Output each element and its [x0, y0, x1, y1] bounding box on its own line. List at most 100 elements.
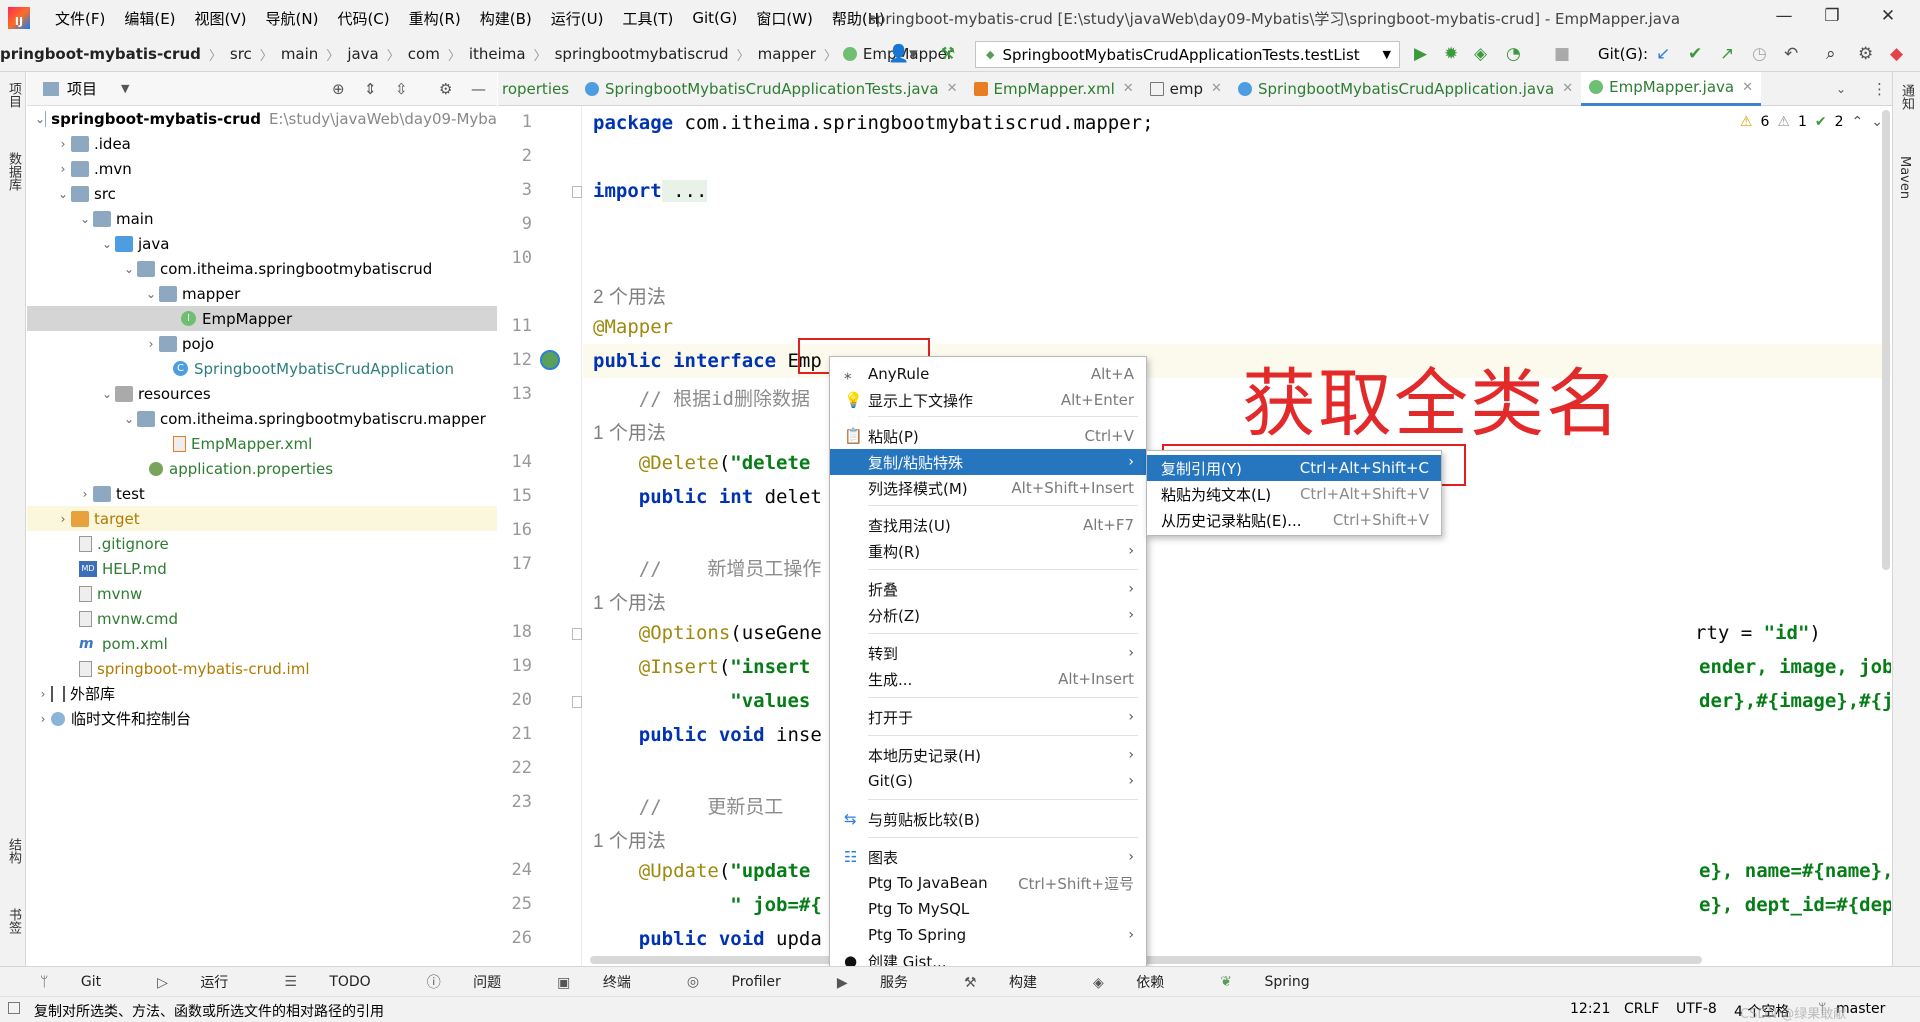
tree-item-application-properties[interactable]: application.properties: [27, 456, 497, 481]
tree-item-empmapper-xml[interactable]: EmpMapper.xml: [27, 431, 497, 456]
tree-item-mvn[interactable]: › .mvn: [27, 156, 497, 181]
usages-hint[interactable]: 1 个用法: [593, 588, 666, 615]
line-separator[interactable]: CRLF: [1624, 1001, 1659, 1017]
tree-item-gitignore[interactable]: .gitignore: [27, 531, 497, 556]
git-push-icon[interactable]: ↗: [1720, 44, 1734, 64]
git-update-icon[interactable]: ↙: [1656, 44, 1670, 64]
close-icon[interactable]: ✕: [1211, 81, 1222, 96]
hide-icon[interactable]: —: [471, 80, 486, 98]
menu-file[interactable]: 文件(F): [55, 8, 105, 29]
more-icon[interactable]: ⋮: [1872, 80, 1887, 98]
menu-item-open-in[interactable]: 打开于 ›: [830, 704, 1146, 730]
tool-todo[interactable]: ☰ TODO: [284, 974, 398, 990]
breadcrumb-main[interactable]: main: [281, 45, 318, 63]
stop-icon[interactable]: ■: [1554, 44, 1570, 64]
build-hammer-icon[interactable]: ⚒: [940, 44, 955, 64]
menu-git[interactable]: Git(G): [692, 9, 737, 27]
project-panel-title[interactable]: 项目: [67, 78, 97, 99]
breadcrumb-project[interactable]: pringboot-mybatis-crud: [0, 45, 201, 63]
menu-item-paste[interactable]: 📋 粘贴(P) Ctrl+V: [830, 423, 1146, 449]
menu-item-goto[interactable]: 转到 ›: [830, 640, 1146, 666]
tree-item-package[interactable]: ⌄ com.itheima.springbootmybatiscrud: [27, 256, 497, 281]
menu-item-local-history[interactable]: 本地历史记录(H) ›: [830, 742, 1146, 768]
tree-item-main[interactable]: ⌄ main: [27, 206, 497, 231]
tree-item-application[interactable]: C SpringbootMybatisCrudApplication: [27, 356, 497, 381]
tree-item-empmapper[interactable]: I EmpMapper: [27, 306, 497, 331]
tab-empmapper-java[interactable]: EmpMapper.java ✕: [1581, 71, 1762, 106]
gear-icon[interactable]: ⚙: [439, 80, 452, 98]
tool-window-bookmarks[interactable]: 书签: [4, 908, 23, 934]
caret-position[interactable]: 12:21: [1570, 1001, 1610, 1017]
tree-item-java[interactable]: ⌄ java: [27, 231, 497, 256]
user-icon[interactable]: 👤▾: [888, 44, 918, 64]
menu-item-refactor[interactable]: 重构(R) ›: [830, 538, 1146, 564]
tree-item-project-root[interactable]: ⌄ springboot-mybatis-crud E:\study\javaW…: [27, 106, 497, 131]
close-icon[interactable]: ✕: [1123, 81, 1134, 96]
breadcrumb-mapper[interactable]: mapper: [758, 45, 816, 63]
tab-empmapper-xml[interactable]: EmpMapper.xml ✕: [966, 72, 1142, 106]
tool-window-notifications[interactable]: 通知: [1897, 84, 1916, 110]
rollback-icon[interactable]: ↶: [1784, 44, 1798, 64]
menu-build[interactable]: 构建(B): [480, 8, 532, 29]
profile-icon[interactable]: ◔: [1506, 44, 1521, 64]
menu-item-anyrule[interactable]: ⁎ AnyRule Alt+A: [830, 361, 1146, 387]
menu-item-generate[interactable]: 生成... Alt+Insert: [830, 666, 1146, 692]
menu-window[interactable]: 窗口(W): [756, 8, 813, 29]
tree-item-mvnw[interactable]: mvnw: [27, 581, 497, 606]
run-icon[interactable]: ▶: [1414, 44, 1427, 64]
menu-item-compare-clipboard[interactable]: ⇆ 与剪贴板比较(B): [830, 806, 1146, 832]
vertical-scrollbar[interactable]: [1882, 110, 1890, 570]
tree-item-mapper[interactable]: ⌄ mapper: [27, 281, 497, 306]
menu-view[interactable]: 视图(V): [195, 8, 247, 29]
tree-item-scratches[interactable]: › 临时文件和控制台: [27, 706, 497, 731]
tab-properties[interactable]: roperties: [498, 72, 577, 106]
tree-item-help-md[interactable]: MD HELP.md: [27, 556, 497, 581]
menu-item-find-usages[interactable]: 查找用法(U) Alt+F7: [830, 512, 1146, 538]
tree-item-test[interactable]: › test: [27, 481, 497, 506]
tab-application[interactable]: SpringbootMybatisCrudApplication.java ✕: [1230, 72, 1581, 106]
close-window-button[interactable]: ✕: [1876, 6, 1900, 30]
tool-git[interactable]: ᛘ Git: [40, 974, 129, 990]
menu-navigate[interactable]: 导航(N): [266, 8, 319, 29]
menu-item-column-selection[interactable]: 列选择模式(M) Alt+Shift+Insert: [830, 475, 1146, 501]
menu-run[interactable]: 运行(U): [551, 8, 604, 29]
tree-item-resources[interactable]: ⌄ resources: [27, 381, 497, 406]
tree-item-external-libraries[interactable]: › 外部库: [27, 681, 497, 706]
tree-item-pom-xml[interactable]: m pom.xml: [27, 631, 497, 656]
menu-item-diagrams[interactable]: ☷ 图表 ›: [830, 844, 1146, 870]
menu-tools[interactable]: 工具(T): [622, 8, 673, 29]
tree-item-mvnw-cmd[interactable]: mvnw.cmd: [27, 606, 497, 631]
close-icon[interactable]: ✕: [1562, 81, 1573, 96]
breadcrumb-com[interactable]: com: [408, 45, 440, 63]
breadcrumb-itheima[interactable]: itheima: [469, 45, 526, 63]
run-configuration-select[interactable]: ◆ SpringbootMybatisCrudApplicationTests.…: [975, 41, 1400, 68]
menu-item-show-context-actions[interactable]: 💡 显示上下文操作 Alt+Enter: [830, 387, 1146, 413]
tree-item-pojo[interactable]: › pojo: [27, 331, 497, 356]
restore-button[interactable]: ❐: [1820, 6, 1844, 30]
close-icon[interactable]: ✕: [947, 81, 958, 96]
chevron-up-icon[interactable]: ⌃: [1852, 114, 1864, 130]
tool-build[interactable]: ⚒ 构建: [964, 972, 1065, 992]
usages-hint[interactable]: 1 个用法: [593, 418, 666, 445]
tree-item-idea[interactable]: › .idea: [27, 131, 497, 156]
menu-item-paste-from-history[interactable]: 从历史记录粘贴(E)... Ctrl+Shift+V: [1147, 507, 1441, 533]
menu-item-git[interactable]: Git(G) ›: [830, 768, 1146, 794]
tool-run[interactable]: ▷ 运行: [157, 972, 256, 992]
menu-item-analyze[interactable]: 分析(Z) ›: [830, 602, 1146, 628]
locate-icon[interactable]: ⊕: [332, 80, 345, 98]
menu-item-ptg-mysql[interactable]: Ptg To MySQL: [830, 896, 1146, 922]
code-editor[interactable]: package com.itheima.springbootmybatiscru…: [583, 106, 1891, 966]
expand-all-icon[interactable]: ⇕: [364, 80, 377, 98]
tree-item-src[interactable]: ⌄ src: [27, 181, 497, 206]
tool-dependencies[interactable]: ◈ 依赖: [1093, 972, 1192, 992]
git-commit-icon[interactable]: ✔: [1688, 44, 1702, 64]
search-icon[interactable]: ⌕: [1826, 44, 1836, 64]
plugin-logo-icon[interactable]: ◆: [1890, 44, 1903, 64]
usages-hint[interactable]: 2 个用法: [593, 282, 666, 309]
breadcrumb-package[interactable]: springbootmybatiscrud: [555, 45, 729, 63]
usages-hint[interactable]: 1 个用法: [593, 826, 666, 853]
tool-services[interactable]: ▶ 服务: [837, 972, 936, 992]
fold-icon[interactable]: [572, 186, 582, 198]
tool-terminal[interactable]: ▣ 终端: [557, 972, 659, 992]
tool-window-project[interactable]: 项目: [4, 82, 23, 108]
